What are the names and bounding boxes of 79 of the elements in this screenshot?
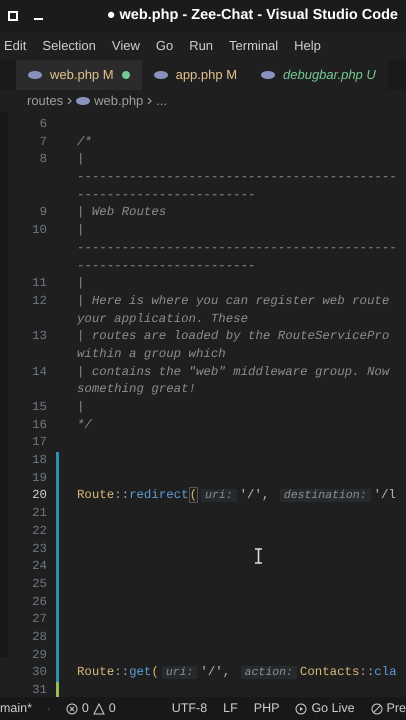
editor-tab[interactable]: web.php M bbox=[16, 60, 142, 90]
php-icon bbox=[76, 97, 90, 105]
line-number: 18 bbox=[31, 452, 47, 470]
menu-item[interactable]: Go bbox=[156, 36, 174, 56]
code-line: your application. These bbox=[77, 310, 248, 328]
branch-label[interactable]: main* bbox=[0, 699, 32, 718]
chevron-right-icon bbox=[67, 97, 72, 105]
status-item[interactable]: LF bbox=[223, 699, 238, 718]
breadcrumb-item[interactable]: routes bbox=[27, 91, 64, 111]
php-icon bbox=[28, 71, 42, 79]
menu-item[interactable]: Help bbox=[294, 36, 321, 56]
line-number: 22 bbox=[31, 522, 47, 540]
line-number: 25 bbox=[31, 576, 47, 593]
php-icon bbox=[154, 71, 168, 79]
play-icon bbox=[295, 702, 308, 714]
line-number: 17 bbox=[31, 434, 47, 452]
code-line: ------------------------ bbox=[77, 186, 256, 204]
breadcrumb-item[interactable]: web.php bbox=[94, 91, 144, 111]
line-number: 21 bbox=[31, 505, 47, 522]
line-number: 24 bbox=[31, 558, 47, 576]
line-number: 15 bbox=[31, 399, 47, 416]
code-line: ------------------------------------------- bbox=[77, 240, 397, 257]
php-icon bbox=[261, 71, 276, 79]
menu-item[interactable]: Terminal bbox=[229, 36, 278, 56]
code-line: ------------------------------------------- bbox=[77, 169, 397, 186]
menu-item[interactable]: Run bbox=[189, 36, 214, 56]
line-number: 31 bbox=[31, 682, 47, 697]
menu-item[interactable]: View bbox=[112, 36, 140, 56]
line-number: 23 bbox=[31, 540, 47, 558]
breadcrumb-item[interactable]: ... bbox=[156, 91, 168, 111]
warning-icon bbox=[92, 702, 105, 714]
code-line: Route::redirect( uri: '/', destination: '/l bbox=[77, 487, 397, 506]
line-number: 12 bbox=[31, 292, 47, 310]
prettier-button[interactable]: Pre bbox=[370, 699, 406, 718]
line-number: 10 bbox=[31, 222, 47, 240]
code-line: | bbox=[77, 151, 84, 168]
line-number: 19 bbox=[31, 470, 47, 487]
line-number: 16 bbox=[31, 416, 47, 434]
line-number: 6 bbox=[38, 116, 47, 133]
code-line: | bbox=[77, 222, 84, 240]
unsaved-dot-icon bbox=[122, 71, 130, 79]
line-number: 26 bbox=[31, 594, 47, 611]
line-number: 7 bbox=[38, 134, 47, 151]
code-line: within a group which bbox=[77, 346, 226, 363]
menu-item[interactable]: Edit bbox=[4, 36, 26, 56]
line-number: 28 bbox=[31, 628, 47, 646]
code-line: | bbox=[77, 399, 84, 416]
editor-tab[interactable]: debugbar.php U bbox=[249, 60, 388, 90]
line-number: 27 bbox=[31, 611, 47, 628]
line-number: 13 bbox=[31, 328, 47, 346]
code-line: | contains the "web" middleware group. Now bbox=[77, 364, 390, 381]
editor-tab[interactable]: app.php M bbox=[142, 60, 250, 90]
line-number: 30 bbox=[31, 664, 47, 682]
code-line: | bbox=[77, 275, 84, 292]
window-title: ● web.php - Zee-Chat - Visual Studio Code bbox=[106, 6, 398, 26]
code-line: Route::get( uri: '/', action: Contacts::cla bbox=[77, 664, 397, 682]
blocked-icon bbox=[370, 702, 383, 714]
line-number: 20 bbox=[31, 487, 47, 504]
line-number: 9 bbox=[38, 204, 47, 222]
maximize-icon[interactable] bbox=[8, 11, 18, 21]
chevron-right-icon bbox=[147, 97, 152, 105]
status-item[interactable]: PHP bbox=[254, 699, 280, 718]
status-item[interactable]: UTF-8 bbox=[172, 699, 208, 718]
menu-item[interactable]: Selection bbox=[42, 36, 96, 56]
code-line: | Here is where you can register web route bbox=[77, 292, 390, 310]
code-line: /* bbox=[77, 134, 92, 151]
line-number: 29 bbox=[31, 646, 47, 664]
line-number: 8 bbox=[38, 151, 47, 168]
go-live-button[interactable]: Go Live bbox=[295, 699, 355, 718]
text-cursor-icon bbox=[255, 548, 262, 564]
code-line: something great! bbox=[77, 381, 196, 398]
error-icon bbox=[66, 702, 78, 714]
code-line: */ bbox=[77, 416, 92, 434]
code-line: ------------------------ bbox=[77, 258, 256, 274]
line-number: 14 bbox=[31, 364, 47, 381]
problems-indicator[interactable]: 0 0 bbox=[66, 699, 116, 718]
code-line: | routes are loaded by the RouteServicePro bbox=[77, 328, 390, 346]
code-line: | Web Routes bbox=[77, 204, 166, 222]
line-number: 11 bbox=[31, 275, 47, 292]
